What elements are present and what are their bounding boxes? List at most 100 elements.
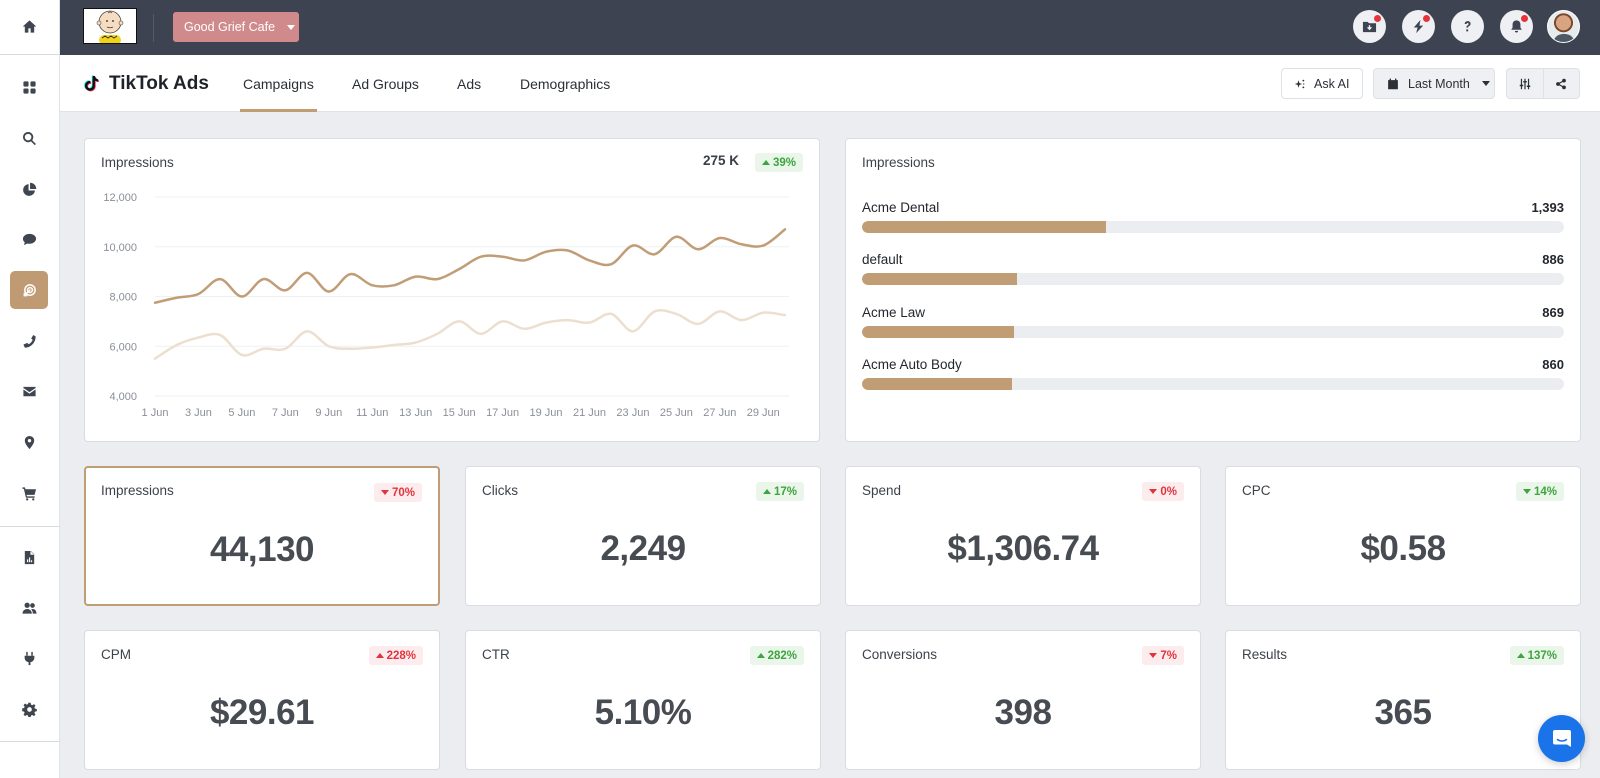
- data-point[interactable]: [717, 235, 723, 241]
- data-point[interactable]: [174, 342, 180, 348]
- user-avatar[interactable]: [1547, 10, 1580, 43]
- sidebar-item-analytics[interactable]: [10, 170, 48, 208]
- ask-ai-button[interactable]: Ask AI: [1281, 68, 1363, 99]
- data-point[interactable]: [760, 243, 766, 249]
- account-switcher-button[interactable]: Good Grief Cafe: [173, 12, 299, 42]
- data-point[interactable]: [456, 318, 462, 324]
- sidebar-item-dashboard[interactable]: [10, 68, 48, 106]
- data-point[interactable]: [261, 346, 267, 352]
- sidebar-item-settings[interactable]: [10, 690, 48, 728]
- data-point[interactable]: [586, 257, 592, 263]
- data-point[interactable]: [434, 276, 440, 282]
- data-point[interactable]: [282, 346, 288, 352]
- data-point[interactable]: [413, 340, 419, 346]
- sidebar-item-integrations[interactable]: [10, 639, 48, 677]
- data-point[interactable]: [739, 317, 745, 323]
- notifications-button[interactable]: [1500, 10, 1533, 43]
- client-logo[interactable]: [83, 8, 137, 44]
- breakdown-row[interactable]: Acme Dental 1,393: [862, 200, 1564, 236]
- sidebar-item-home[interactable]: [10, 7, 48, 45]
- sidebar-item-chat[interactable]: [10, 220, 48, 258]
- data-point[interactable]: [673, 234, 679, 240]
- data-point[interactable]: [282, 287, 288, 293]
- data-point[interactable]: [261, 276, 267, 282]
- kpi-card-cpc[interactable]: CPC 14% $0.58: [1225, 466, 1581, 606]
- data-point[interactable]: [478, 254, 484, 260]
- breakdown-row[interactable]: Acme Auto Body 860: [862, 357, 1564, 393]
- date-range-dropdown[interactable]: Last Month: [1373, 68, 1495, 99]
- download-folder-button[interactable]: [1353, 10, 1386, 43]
- data-point[interactable]: [782, 312, 788, 318]
- data-point[interactable]: [304, 270, 310, 276]
- sidebar-item-ecommerce[interactable]: [10, 474, 48, 512]
- kpi-card-results[interactable]: Results 137% 365: [1225, 630, 1581, 770]
- data-point[interactable]: [478, 331, 484, 337]
- sidebar-item-ads[interactable]: [10, 271, 48, 309]
- data-point[interactable]: [717, 308, 723, 314]
- data-point[interactable]: [630, 243, 636, 249]
- data-point[interactable]: [434, 331, 440, 337]
- data-point[interactable]: [673, 311, 679, 317]
- data-point[interactable]: [348, 346, 354, 352]
- data-point[interactable]: [152, 356, 158, 362]
- kpi-card-conversions[interactable]: Conversions 7% 398: [845, 630, 1201, 770]
- chat-launcher-button[interactable]: [1538, 715, 1585, 762]
- data-point[interactable]: [326, 289, 332, 295]
- data-point[interactable]: [586, 320, 592, 326]
- data-point[interactable]: [500, 318, 506, 324]
- data-point[interactable]: [695, 246, 701, 252]
- sidebar-item-search[interactable]: [10, 119, 48, 157]
- kpi-card-impressions[interactable]: Impressions 70% 44,130: [84, 466, 440, 606]
- sidebar-item-users[interactable]: [10, 589, 48, 627]
- data-point[interactable]: [630, 328, 636, 334]
- breakdown-row[interactable]: default 886: [862, 252, 1564, 288]
- tab-campaigns[interactable]: Campaigns: [240, 55, 317, 112]
- tab-ad-groups[interactable]: Ad Groups: [352, 55, 419, 112]
- sidebar-item-email[interactable]: [10, 372, 48, 410]
- sidebar-item-locations[interactable]: [10, 423, 48, 461]
- previous-period-line[interactable]: [153, 309, 787, 360]
- tab-demographics[interactable]: Demographics: [520, 55, 610, 112]
- data-point[interactable]: [760, 310, 766, 316]
- data-point[interactable]: [652, 308, 658, 314]
- data-point[interactable]: [695, 321, 701, 327]
- data-point[interactable]: [521, 257, 527, 263]
- data-point[interactable]: [543, 320, 549, 326]
- data-point[interactable]: [739, 241, 745, 247]
- data-point[interactable]: [369, 344, 375, 350]
- kpi-card-ctr[interactable]: CTR 282% 5.10%: [465, 630, 821, 770]
- data-point[interactable]: [608, 261, 614, 267]
- tab-ads[interactable]: Ads: [457, 55, 481, 112]
- kpi-card-spend[interactable]: Spend 0% $1,306.74: [845, 466, 1201, 606]
- data-point[interactable]: [565, 317, 571, 323]
- data-point[interactable]: [652, 251, 658, 257]
- filters-button[interactable]: [1507, 69, 1543, 98]
- data-point[interactable]: [782, 226, 788, 232]
- data-point[interactable]: [413, 274, 419, 280]
- data-point[interactable]: [456, 266, 462, 272]
- data-point[interactable]: [304, 328, 310, 334]
- data-point[interactable]: [152, 300, 158, 306]
- current-period-line[interactable]: [153, 228, 787, 304]
- kpi-card-cpm[interactable]: CPM 228% $29.61: [84, 630, 440, 770]
- data-point[interactable]: [369, 282, 375, 288]
- data-point[interactable]: [195, 291, 201, 297]
- data-point[interactable]: [608, 311, 614, 317]
- help-button[interactable]: [1451, 10, 1484, 43]
- activity-button[interactable]: [1402, 10, 1435, 43]
- data-point[interactable]: [217, 332, 223, 338]
- sidebar-item-reports[interactable]: [10, 538, 48, 576]
- share-button[interactable]: [1542, 69, 1579, 98]
- data-point[interactable]: [217, 276, 223, 282]
- data-point[interactable]: [239, 294, 245, 300]
- data-point[interactable]: [500, 254, 506, 260]
- sidebar-item-calls[interactable]: [10, 322, 48, 360]
- data-point[interactable]: [174, 295, 180, 301]
- data-point[interactable]: [239, 352, 245, 358]
- data-point[interactable]: [565, 247, 571, 253]
- data-point[interactable]: [326, 343, 332, 349]
- breakdown-row[interactable]: Acme Law 869: [862, 305, 1564, 341]
- data-point[interactable]: [195, 335, 201, 341]
- data-point[interactable]: [391, 282, 397, 288]
- kpi-card-clicks[interactable]: Clicks 17% 2,249: [465, 466, 821, 606]
